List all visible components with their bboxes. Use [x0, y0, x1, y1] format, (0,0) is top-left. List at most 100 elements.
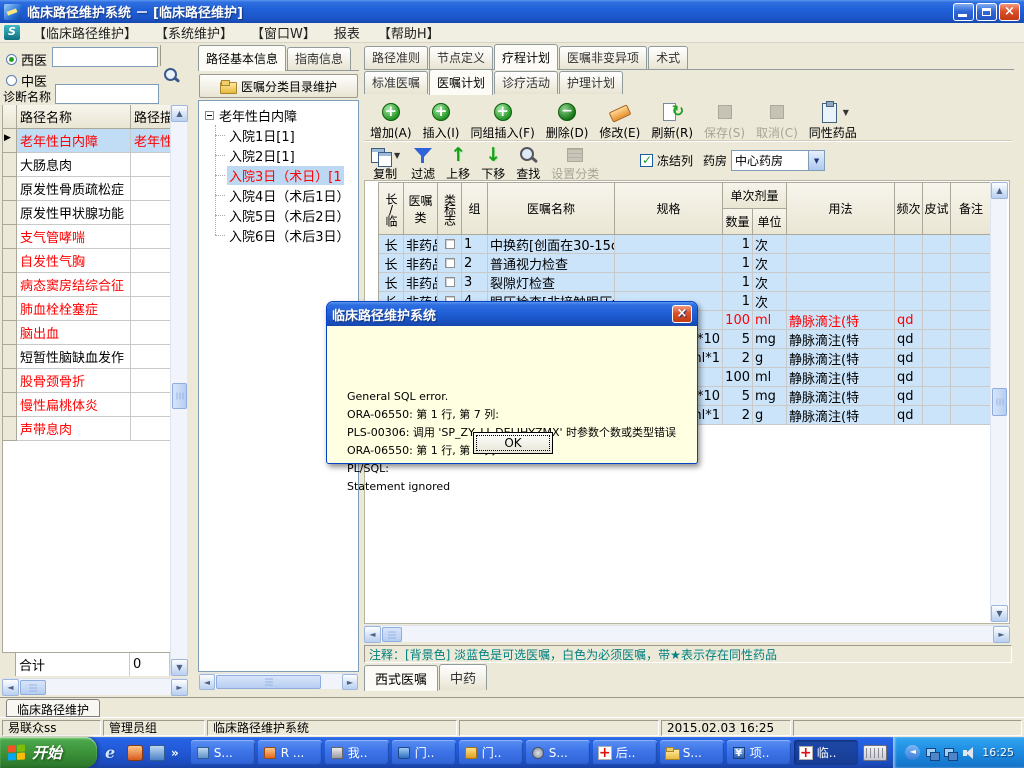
task-button[interactable]: 临.. [793, 740, 858, 765]
scroll-thumb[interactable] [992, 388, 1007, 416]
plan-tab[interactable]: 医嘱非变异项 [559, 46, 648, 69]
tree-day-label[interactable]: 入院6日（术后3日） [227, 226, 352, 245]
tree-day-label[interactable]: 入院4日（术后1日） [227, 186, 352, 205]
pathway-row[interactable]: 老年性白内障 老年性 [3, 129, 171, 153]
toolbar-button[interactable]: ▼ 删除(D) [542, 99, 593, 142]
cell-class-flag[interactable] [438, 235, 462, 254]
path-name-cell[interactable]: 原发性骨质疏松症 [17, 177, 131, 201]
path-desc-cell[interactable] [131, 345, 171, 369]
pathway-row[interactable]: 脑出血 [3, 321, 171, 345]
toolbar-button[interactable]: ▼ 同组插入(F) [466, 99, 538, 142]
cell-class-flag[interactable] [438, 273, 462, 292]
path-desc-cell[interactable] [131, 201, 171, 225]
diagnosis-input[interactable] [55, 84, 159, 104]
tree-day-label[interactable]: 入院5日（术后2日） [227, 206, 352, 225]
path-desc-cell[interactable] [131, 369, 171, 393]
scroll-thumb[interactable] [172, 383, 187, 409]
pathway-row[interactable]: 短暂性脑缺血发作 [3, 345, 171, 369]
quick-launch-icon[interactable] [149, 744, 165, 761]
keyboard-layout-icon[interactable] [863, 744, 888, 761]
task-button[interactable]: 门.. [391, 740, 456, 765]
toolbar-button[interactable]: ▼ 上移 [442, 144, 474, 183]
scroll-down-button[interactable]: ▼ [991, 605, 1008, 622]
pathway-grid-vscrollbar[interactable]: ▲ ▼ [170, 105, 188, 676]
tree-panel-tab[interactable]: 指南信息 [287, 47, 352, 70]
toolbar-button[interactable]: ▼ 取消(C) [752, 99, 802, 142]
task-button[interactable]: 项.. [726, 740, 791, 765]
path-name-cell[interactable]: 老年性白内障 [17, 129, 131, 153]
tray-icon[interactable] [925, 746, 941, 761]
path-desc-cell[interactable] [131, 225, 171, 249]
path-desc-cell[interactable]: 老年性 [131, 129, 171, 153]
scroll-left-button[interactable]: ◄ [2, 679, 19, 696]
task-button[interactable]: 我.. [324, 740, 389, 765]
pathway-row[interactable]: 原发性甲状腺功能 [3, 201, 171, 225]
path-desc-cell[interactable] [131, 297, 171, 321]
task-button[interactable]: R ... [257, 740, 322, 765]
tree-hscrollbar[interactable]: ◄ ► [199, 673, 358, 690]
internet-explorer-icon[interactable]: e [105, 744, 121, 761]
order-type-tab[interactable]: 中药 [439, 664, 488, 690]
pathway-row[interactable]: 原发性骨质疏松症 [3, 177, 171, 201]
plan-tab[interactable]: 节点定义 [429, 46, 494, 69]
tray-icon[interactable] [943, 746, 959, 761]
menu-item[interactable]: 【临床路径维护】 [24, 23, 146, 42]
order-category-maintain-button[interactable]: 医嘱分类目录维护 [199, 74, 358, 98]
scroll-down-button[interactable]: ▼ [171, 659, 188, 676]
scroll-left-button[interactable]: ◄ [364, 626, 381, 643]
order-type-tab[interactable]: 西式医嘱 [364, 665, 439, 691]
path-name-cell[interactable]: 大肠息肉 [17, 153, 131, 177]
path-name-cell[interactable]: 自发性气胸 [17, 249, 131, 273]
scroll-left-button[interactable]: ◄ [199, 674, 215, 690]
toolbar-button[interactable]: ▼ 刷新(R) [647, 99, 697, 142]
radio-icon[interactable] [6, 75, 17, 86]
scroll-up-button[interactable]: ▲ [171, 105, 188, 122]
tray-icon[interactable] [961, 746, 975, 760]
tree-day-node[interactable]: 入院3日（术日）[1 [199, 165, 358, 185]
menu-item[interactable]: 【帮助H】 [369, 23, 449, 42]
pathway-row[interactable]: 肺血栓栓塞症 [3, 297, 171, 321]
tree-day-label[interactable]: 入院2日[1] [227, 146, 297, 165]
cell-order-name[interactable]: 裂隙灯检查 [488, 273, 615, 292]
path-desc-cell[interactable] [131, 417, 171, 441]
task-button[interactable]: S... [525, 740, 590, 765]
pathway-row[interactable]: 大肠息肉 [3, 153, 171, 177]
scroll-right-button[interactable]: ► [171, 679, 188, 696]
pathway-row[interactable]: 自发性气胸 [3, 249, 171, 273]
toolbar-button[interactable]: ▼ 增加(A) [366, 99, 416, 142]
path-desc-cell[interactable] [131, 153, 171, 177]
path-search-input[interactable] [52, 47, 158, 67]
order-table-hscrollbar[interactable]: ◄ ► [364, 625, 1010, 643]
scroll-thumb[interactable] [382, 627, 402, 642]
row-checkbox[interactable] [444, 239, 455, 249]
pathway-row[interactable]: 慢性扁桃体炎 [3, 393, 171, 417]
order-row[interactable]: 长 非药品 1 中换药[创面在30-15cm2 1 次 [378, 235, 992, 254]
path-desc-cell[interactable] [131, 177, 171, 201]
pharmacy-select[interactable]: 中心药房 ▼ [731, 150, 826, 171]
tree-day-label[interactable]: 入院1日[1] [227, 126, 297, 145]
radio-icon[interactable] [6, 54, 17, 65]
menu-item[interactable]: 报表 [325, 23, 369, 42]
scroll-thumb[interactable] [20, 680, 46, 695]
menu-item[interactable]: 【窗口W】 [242, 23, 325, 42]
freeze-columns-checkbox[interactable] [640, 153, 653, 167]
task-button[interactable]: 门.. [458, 740, 523, 765]
order-row[interactable]: 长 非药品 2 普通视力检查 1 次 [378, 254, 992, 273]
toolbar-button[interactable]: ▼ 设置分类 [547, 144, 603, 183]
toolbar-button[interactable]: ▼ 查找 [512, 144, 544, 183]
order-row[interactable]: 长 非药品 3 裂隙灯检查 1 次 [378, 273, 992, 292]
pathway-row[interactable]: 病态窦房结综合征 [3, 273, 171, 297]
path-desc-cell[interactable] [131, 249, 171, 273]
tree-day-node[interactable]: 入院2日[1] [199, 145, 358, 165]
tray-chevron-icon[interactable]: ◄ [905, 745, 921, 760]
tree-day-node[interactable]: 入院1日[1] [199, 125, 358, 145]
tree-day-node[interactable]: 入院4日（术后1日） [199, 185, 358, 205]
task-button[interactable]: 后.. [592, 740, 657, 765]
dialog-close-button[interactable]: × [672, 305, 692, 323]
path-name-cell[interactable]: 慢性扁桃体炎 [17, 393, 131, 417]
plan-tab[interactable]: 疗程计划 [494, 44, 559, 70]
path-name-cell[interactable]: 脑出血 [17, 321, 131, 345]
toolbar-button[interactable]: ▼ 过滤 [407, 144, 439, 183]
path-name-cell[interactable]: 股骨颈骨折 [17, 369, 131, 393]
minimize-button[interactable] [953, 2, 974, 21]
